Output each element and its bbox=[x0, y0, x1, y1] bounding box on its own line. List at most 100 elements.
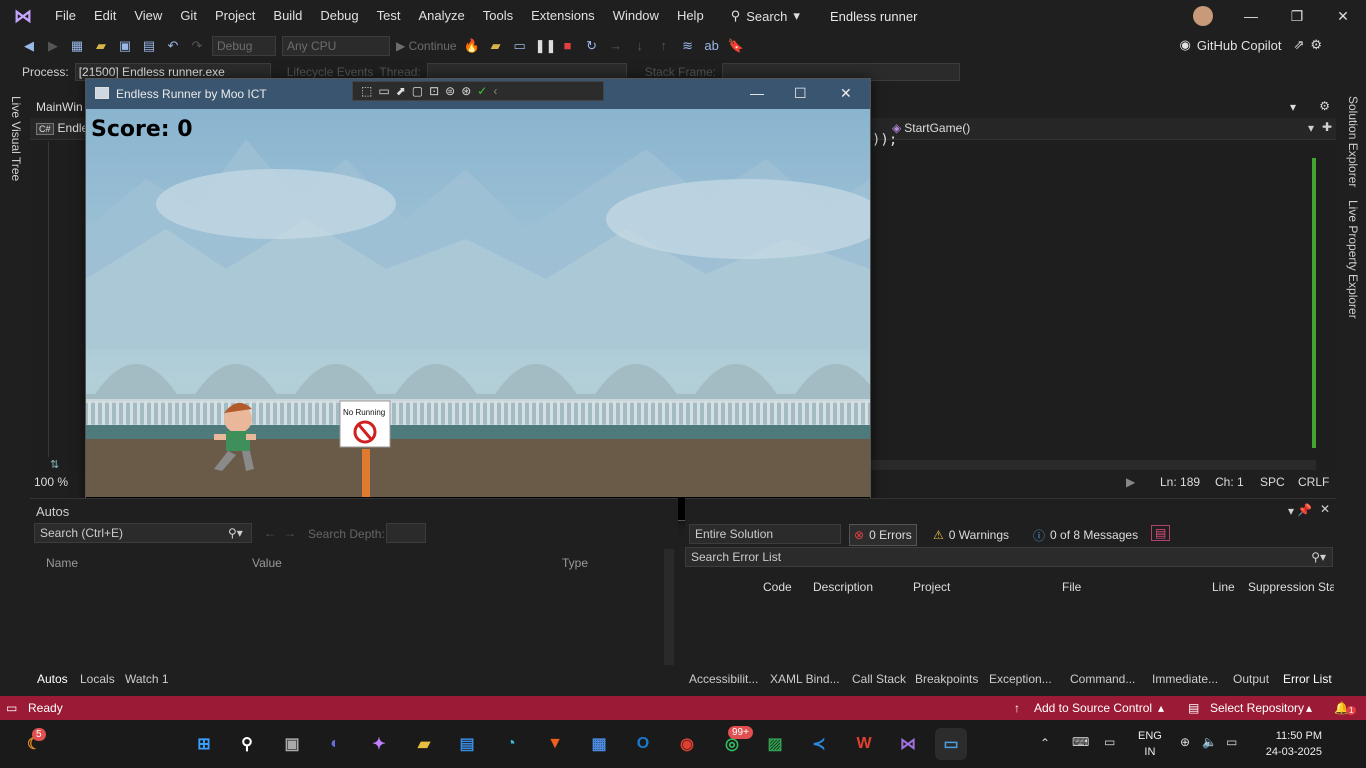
column-project[interactable]: Project bbox=[913, 580, 950, 594]
tab-exception[interactable]: Exception... bbox=[989, 672, 1052, 686]
search-button[interactable]: ⚲ Search ▾ bbox=[721, 8, 810, 24]
search-depth-dropdown[interactable] bbox=[386, 523, 426, 543]
forward-arrow-icon[interactable]: → bbox=[284, 526, 296, 540]
search-icon[interactable]: ⚲▾ bbox=[228, 526, 243, 540]
microsoft-store-icon[interactable]: ▦ bbox=[583, 728, 615, 760]
save-all-icon[interactable]: ▤ bbox=[140, 37, 158, 55]
spell-check-icon[interactable]: ab bbox=[703, 37, 721, 55]
whitespace-mode[interactable]: SPC bbox=[1260, 475, 1285, 489]
config-dropdown[interactable]: Debug bbox=[212, 36, 276, 56]
column-type[interactable]: Type bbox=[562, 556, 588, 570]
bookmark-icon[interactable]: 🔖 bbox=[727, 37, 745, 55]
scroll-right-icon[interactable]: ▶ bbox=[1126, 475, 1135, 489]
binding-icon[interactable]: ⊜ bbox=[445, 84, 455, 98]
menu-extensions[interactable]: Extensions bbox=[522, 0, 604, 32]
wps-icon[interactable]: W bbox=[848, 728, 880, 760]
tab-mainwindow[interactable]: MainWin bbox=[36, 100, 83, 114]
tab-locals[interactable]: Locals bbox=[80, 672, 115, 686]
task-view-icon[interactable]: ▣ bbox=[276, 728, 308, 760]
column-name[interactable]: Name bbox=[46, 556, 78, 570]
search-icon[interactable]: ⚲▾ bbox=[1311, 550, 1326, 564]
restart-icon[interactable]: ↻ bbox=[583, 37, 601, 55]
select-repository-button[interactable]: Select Repository bbox=[1210, 701, 1304, 715]
column-description[interactable]: Description bbox=[813, 580, 873, 594]
live-visual-tree-tab[interactable]: Live Visual Tree bbox=[9, 96, 23, 181]
menu-file[interactable]: File bbox=[46, 0, 85, 32]
step-into-icon[interactable]: ↓ bbox=[631, 37, 649, 55]
maximize-icon[interactable]: ☐ bbox=[794, 85, 807, 102]
dropdown-icon[interactable]: ▾ bbox=[1288, 504, 1294, 518]
vscode-icon[interactable]: ≺ bbox=[803, 728, 835, 760]
battery-icon[interactable]: ▭ bbox=[1226, 735, 1237, 749]
messages-filter-button[interactable]: ⓘ 0 of 8 Messages bbox=[1029, 524, 1142, 546]
brave-icon[interactable]: ▼ bbox=[539, 728, 571, 760]
tab-immediate[interactable]: Immediate... bbox=[1152, 672, 1218, 686]
warnings-filter-button[interactable]: ⚠ 0 Warnings bbox=[929, 524, 1013, 546]
platform-dropdown[interactable]: Any CPU bbox=[282, 36, 390, 56]
menu-build[interactable]: Build bbox=[264, 0, 311, 32]
filter-icon[interactable]: ▤ bbox=[1151, 525, 1171, 541]
video-icon[interactable]: ▭ bbox=[378, 84, 389, 98]
store-icon[interactable]: ▤ bbox=[451, 728, 483, 760]
tab-autos[interactable]: Autos bbox=[37, 672, 68, 686]
photos-icon[interactable]: ▨ bbox=[759, 728, 791, 760]
tab-breakpoints[interactable]: Breakpoints bbox=[915, 672, 978, 686]
live-property-explorer-tab[interactable]: Live Property Explorer bbox=[1346, 200, 1360, 319]
errors-filter-button[interactable]: ⊗ 0 Errors bbox=[849, 524, 917, 546]
menu-git[interactable]: Git bbox=[171, 0, 206, 32]
menu-tools[interactable]: Tools bbox=[474, 0, 522, 32]
file-explorer-icon[interactable]: ▰ bbox=[408, 728, 440, 760]
edge-icon[interactable]: ◔ bbox=[495, 728, 527, 760]
select-element-icon[interactable]: ⬚ bbox=[361, 84, 372, 98]
keyboard-icon[interactable]: ⌨ bbox=[1072, 735, 1089, 749]
method-nav-dropdown[interactable]: ◈ StartGame() bbox=[892, 121, 970, 135]
menu-help[interactable]: Help bbox=[668, 0, 713, 32]
accessibility-icon[interactable]: ⊛ bbox=[461, 84, 471, 98]
redo-icon[interactable]: ↷ bbox=[188, 37, 206, 55]
pin-icon[interactable]: 📌 bbox=[1297, 503, 1312, 517]
autos-scrollbar[interactable] bbox=[664, 549, 674, 665]
column-number[interactable]: Ch: 1 bbox=[1215, 475, 1244, 489]
error-search-input[interactable]: Search Error List bbox=[685, 547, 1333, 567]
clock[interactable]: 11:50 PM 24-03-2025 bbox=[1266, 728, 1322, 760]
stop-icon[interactable]: ■ bbox=[559, 37, 577, 55]
menu-edit[interactable]: Edit bbox=[85, 0, 125, 32]
step-over-icon[interactable]: → bbox=[607, 37, 625, 55]
split-icon[interactable]: ✚ bbox=[1322, 120, 1332, 134]
endless-runner-app-icon[interactable]: ▭ bbox=[935, 728, 967, 760]
save-icon[interactable]: ▣ bbox=[116, 37, 134, 55]
add-to-source-control-button[interactable]: Add to Source Control bbox=[1034, 701, 1152, 715]
tab-command[interactable]: Command... bbox=[1070, 672, 1135, 686]
lifecycle-events-dropdown[interactable]: Lifecycle Events bbox=[287, 65, 374, 79]
autos-search-input[interactable]: Search (Ctrl+E) bbox=[34, 523, 252, 543]
back-arrow-icon[interactable]: ← bbox=[264, 526, 276, 540]
step-out-icon[interactable]: ↑ bbox=[655, 37, 673, 55]
forward-icon[interactable]: ▶ bbox=[44, 37, 62, 55]
horizontal-scrollbar[interactable] bbox=[870, 460, 1316, 470]
column-file[interactable]: File bbox=[1062, 580, 1081, 594]
volume-icon[interactable]: 🔈 bbox=[1202, 735, 1217, 749]
chevron-down-icon[interactable]: ▾ bbox=[1308, 121, 1314, 135]
tab-overflow-icon[interactable]: ▾ bbox=[1290, 100, 1296, 114]
tab-accessibility[interactable]: Accessibilit... bbox=[689, 672, 758, 686]
column-suppression-state[interactable]: Suppression Stat bbox=[1248, 580, 1334, 594]
new-project-icon[interactable]: ▦ bbox=[68, 37, 86, 55]
layout-adorner-icon[interactable]: ▢ bbox=[412, 84, 423, 98]
undo-icon[interactable]: ↶ bbox=[164, 37, 182, 55]
chrome-icon[interactable]: ◉ bbox=[671, 728, 703, 760]
track-focus-icon[interactable]: ⊡ bbox=[429, 84, 439, 98]
display-icon[interactable]: ▭ bbox=[1104, 735, 1115, 749]
check-icon[interactable]: ✓ bbox=[477, 84, 487, 98]
menu-test[interactable]: Test bbox=[368, 0, 410, 32]
minimize-icon[interactable]: — bbox=[1228, 8, 1274, 24]
close-icon[interactable]: ✕ bbox=[840, 85, 852, 102]
pointer-icon[interactable]: ⬈ bbox=[396, 84, 406, 98]
tab-watch-1[interactable]: Watch 1 bbox=[125, 672, 169, 686]
diagnostics-icon[interactable]: ≋ bbox=[679, 37, 697, 55]
menu-debug[interactable]: Debug bbox=[311, 0, 367, 32]
column-value[interactable]: Value bbox=[252, 556, 282, 570]
github-copilot-button[interactable]: ◉ GitHub Copilot ⇗ ⚙ bbox=[1180, 37, 1322, 53]
tab-call-stack[interactable]: Call Stack bbox=[852, 672, 906, 686]
line-number[interactable]: Ln: 189 bbox=[1160, 475, 1200, 489]
tab-output[interactable]: Output bbox=[1233, 672, 1269, 686]
